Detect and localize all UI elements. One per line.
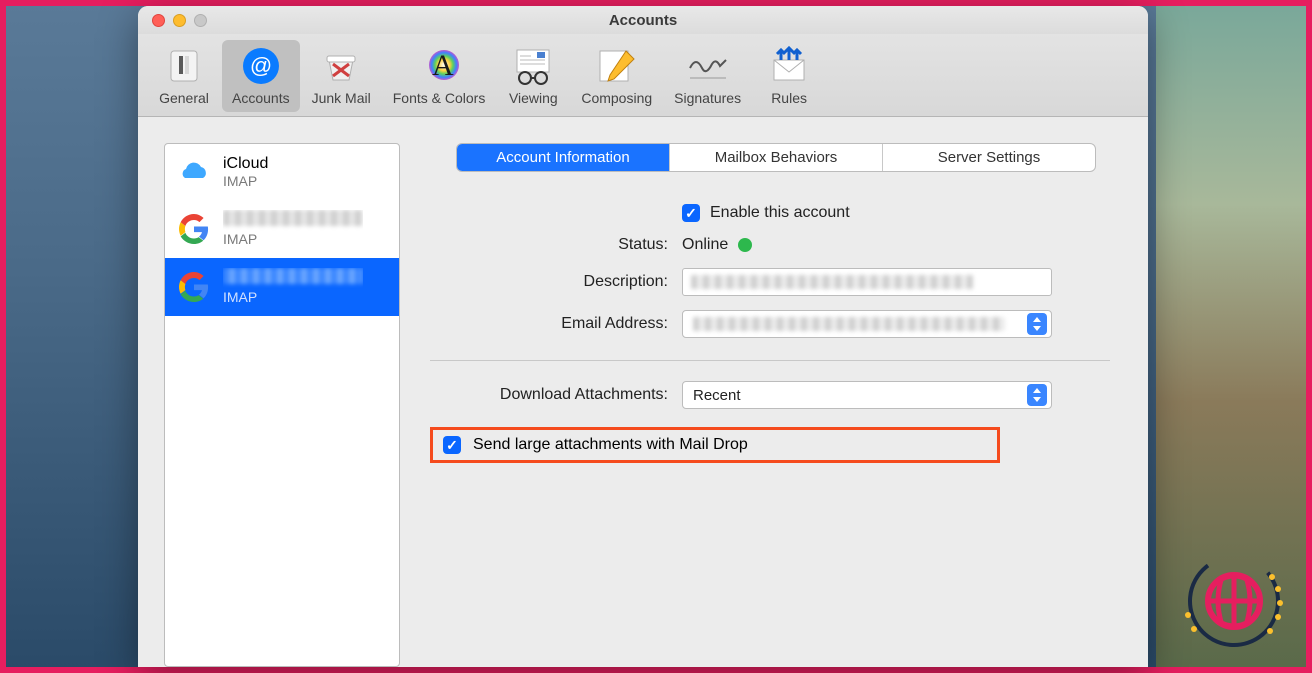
- row-description: Description:: [430, 268, 1110, 296]
- tab-rules[interactable]: Rules: [753, 40, 825, 112]
- tab-label: Accounts: [232, 90, 290, 106]
- tab-signatures[interactable]: Signatures: [664, 40, 751, 112]
- download-label: Download Attachments:: [430, 386, 682, 404]
- status-value: Online: [682, 236, 728, 254]
- tab-server-settings[interactable]: Server Settings: [883, 144, 1095, 171]
- accounts-icon: @: [239, 44, 283, 88]
- tab-general[interactable]: General: [148, 40, 220, 112]
- account-type: IMAP: [223, 231, 363, 248]
- download-value: Recent: [693, 387, 741, 404]
- tab-account-information[interactable]: Account Information: [457, 144, 670, 171]
- accounts-sidebar: iCloud IMAP IMAP IMAP: [164, 143, 400, 667]
- tab-junk-mail[interactable]: Junk Mail: [302, 40, 381, 112]
- row-enable-account: Enable this account: [430, 204, 1110, 222]
- enable-account-label: Enable this account: [710, 204, 850, 222]
- email-address-popup[interactable]: [682, 310, 1052, 338]
- junk-mail-icon: [319, 44, 363, 88]
- status-label: Status:: [430, 236, 682, 254]
- download-attachments-popup[interactable]: Recent: [682, 381, 1052, 409]
- email-label: Email Address:: [430, 315, 682, 333]
- enable-account-checkbox[interactable]: [682, 204, 700, 222]
- content-area: iCloud IMAP IMAP IMAP: [138, 117, 1148, 667]
- tab-accounts[interactable]: @ Accounts: [222, 40, 300, 112]
- account-name: [223, 210, 363, 231]
- general-icon: [162, 44, 206, 88]
- account-form: Enable this account Status: Online Descr…: [430, 204, 1122, 463]
- account-detail: Account Information Mailbox Behaviors Se…: [430, 143, 1122, 667]
- row-download-attachments: Download Attachments: Recent: [430, 381, 1110, 409]
- window-title: Accounts: [138, 12, 1148, 29]
- status-indicator-icon: [738, 238, 752, 252]
- account-row-google-2[interactable]: IMAP: [165, 258, 399, 316]
- preferences-window: Accounts General @ Accounts Junk Mail: [138, 6, 1148, 667]
- tab-label: Junk Mail: [312, 90, 371, 106]
- svg-text:A: A: [432, 49, 454, 82]
- viewing-icon: [511, 44, 555, 88]
- tab-composing[interactable]: Composing: [571, 40, 662, 112]
- maildrop-highlight: Send large attachments with Mail Drop: [430, 427, 1000, 463]
- maildrop-label: Send large attachments with Mail Drop: [473, 436, 748, 454]
- composing-icon: [595, 44, 639, 88]
- titlebar: Accounts: [138, 6, 1148, 34]
- account-name: iCloud: [223, 154, 268, 173]
- account-type: IMAP: [223, 289, 363, 306]
- divider: [430, 360, 1110, 361]
- chevron-updown-icon: [1027, 384, 1047, 406]
- tab-label: Fonts & Colors: [393, 90, 486, 106]
- row-status: Status: Online: [430, 236, 1110, 254]
- google-icon: [177, 212, 211, 246]
- tab-viewing[interactable]: Viewing: [497, 40, 569, 112]
- fonts-colors-icon: A: [417, 44, 461, 88]
- tab-label: Viewing: [509, 90, 558, 106]
- chevron-updown-icon: [1027, 313, 1047, 335]
- account-tabs: Account Information Mailbox Behaviors Se…: [456, 143, 1096, 172]
- account-name: [223, 268, 363, 289]
- tab-label: General: [159, 90, 209, 106]
- tab-label: Signatures: [674, 90, 741, 106]
- signatures-icon: [686, 44, 730, 88]
- svg-text:@: @: [250, 53, 272, 78]
- maildrop-checkbox[interactable]: [443, 436, 461, 454]
- preferences-toolbar: General @ Accounts Junk Mail: [138, 34, 1148, 117]
- tab-mailbox-behaviors[interactable]: Mailbox Behaviors: [670, 144, 883, 171]
- tab-label: Rules: [771, 90, 807, 106]
- google-icon: [177, 270, 211, 304]
- row-email-address: Email Address:: [430, 310, 1110, 338]
- tab-fonts-colors[interactable]: A Fonts & Colors: [383, 40, 496, 112]
- rules-icon: [767, 44, 811, 88]
- account-row-icloud[interactable]: iCloud IMAP: [165, 144, 399, 200]
- tab-label: Composing: [581, 90, 652, 106]
- account-row-google-1[interactable]: IMAP: [165, 200, 399, 258]
- description-label: Description:: [430, 273, 682, 291]
- account-type: IMAP: [223, 173, 268, 190]
- icloud-icon: [177, 155, 211, 189]
- description-input[interactable]: [682, 268, 1052, 296]
- watermark-logo: [1174, 541, 1294, 661]
